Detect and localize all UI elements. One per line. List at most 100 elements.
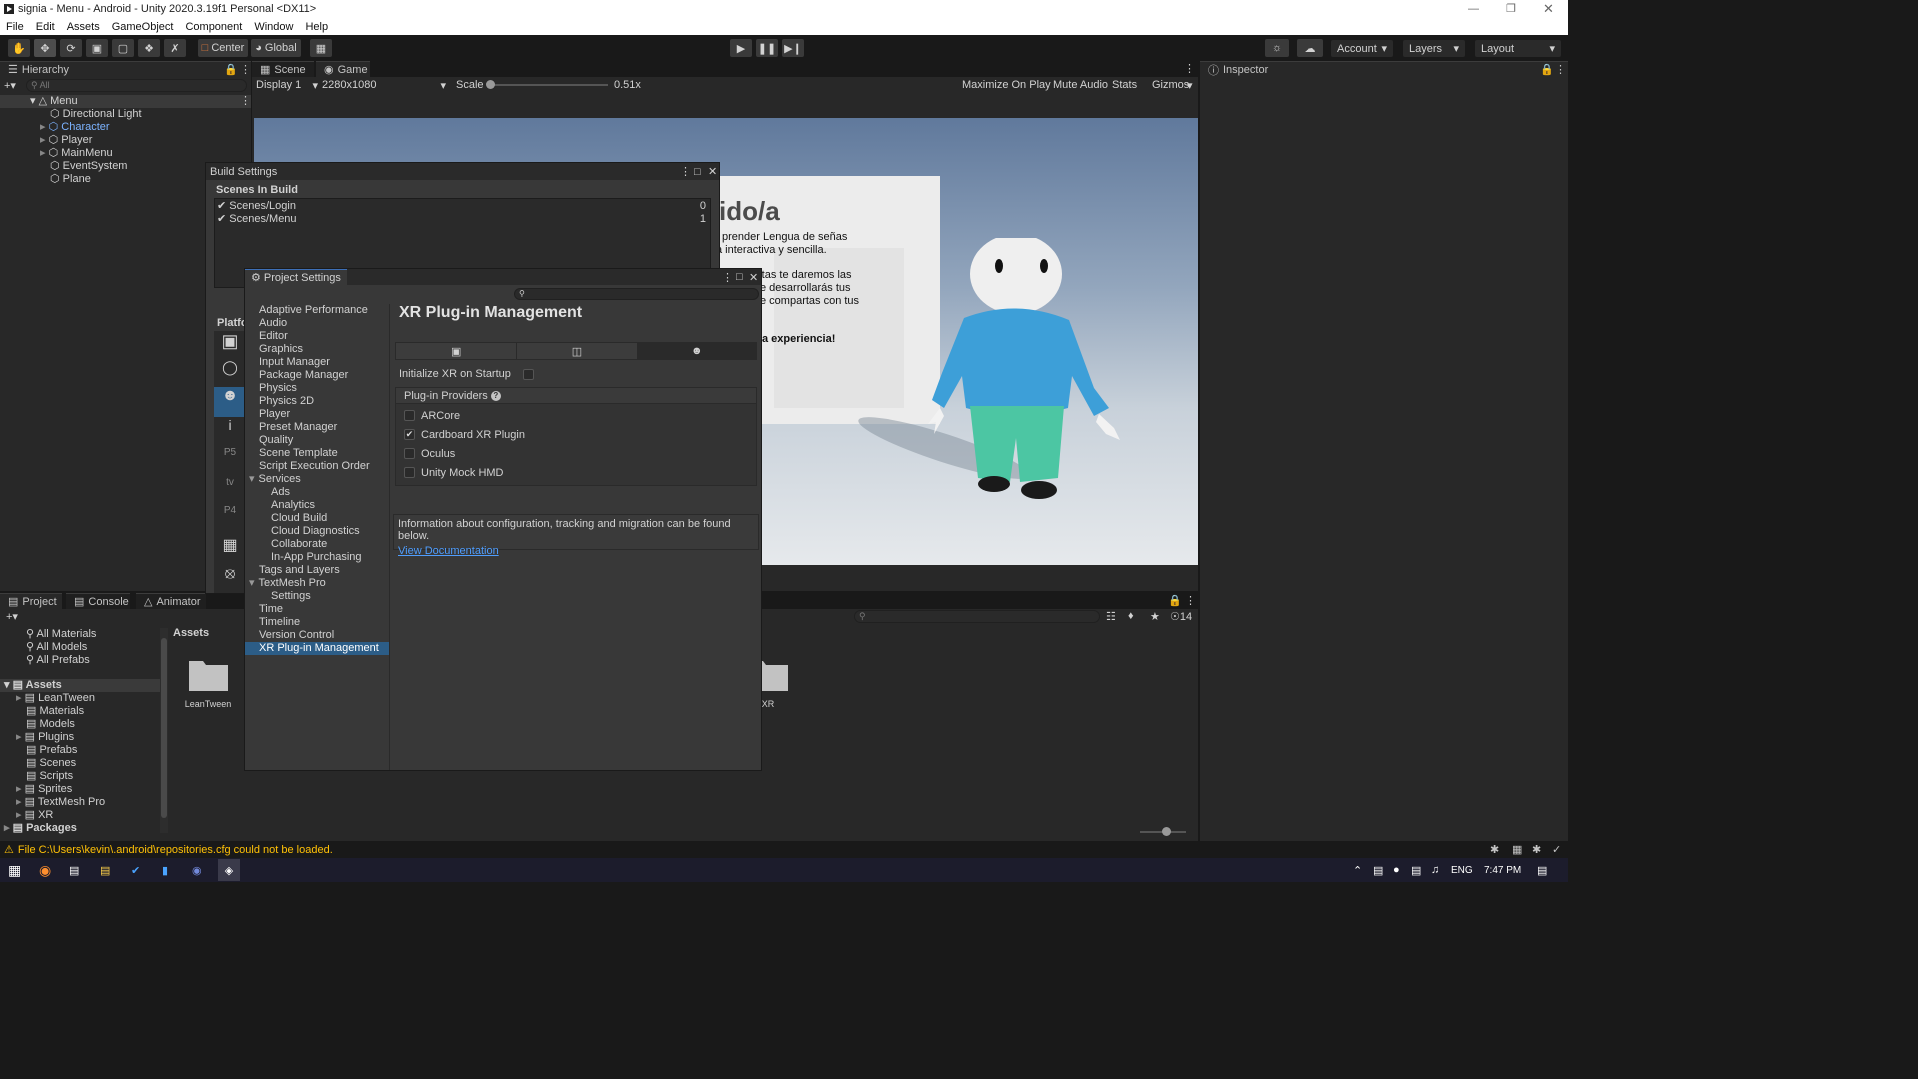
discord-icon[interactable]: ◉ [192, 864, 202, 877]
help-icon[interactable]: ? [490, 390, 501, 401]
microphone-icon[interactable]: ● [1393, 864, 1400, 876]
folder-item[interactable]: ▤ Scripts [0, 770, 160, 783]
favorite-star-icon[interactable]: ★ [1150, 610, 1160, 623]
hand-tool-button[interactable]: ✋ [8, 39, 30, 57]
gizmos-toggle[interactable]: Gizmos [1152, 79, 1189, 91]
favorite-item[interactable]: ⚲ All Materials [0, 628, 160, 641]
account-dropdown[interactable]: Account ▾ [1331, 40, 1393, 57]
hierarchy-search-input[interactable]: ⚲ All [26, 78, 247, 92]
platform-standalone[interactable]: ▣ [214, 331, 246, 359]
menu-gameobject[interactable]: GameObject [112, 21, 174, 33]
hierarchy-item[interactable]: ▸ ⬡ Player [0, 134, 251, 147]
menu-component[interactable]: Component [185, 21, 242, 33]
init-xr-checkbox[interactable] [523, 368, 534, 380]
breadcrumb[interactable]: Assets [173, 627, 209, 639]
platform-xbox[interactable]: ⦻ [214, 565, 246, 593]
platform-tvos[interactable]: tv [214, 477, 246, 505]
settings-category-item[interactable]: Time [245, 603, 389, 616]
folder-item[interactable]: ▸ ▤ TextMesh Pro [0, 796, 160, 809]
settings-category-item[interactable]: Quality [245, 434, 389, 447]
pivot-global-button[interactable]: ◕ Global [251, 39, 301, 57]
kebab-menu-icon[interactable]: ⋮ [240, 63, 251, 76]
stats-toggle[interactable]: Stats [1112, 79, 1137, 91]
tab-project[interactable]: ▤ Project [0, 593, 62, 609]
provider-row[interactable]: Unity Mock HMD [404, 463, 748, 482]
restore-button[interactable]: ❐ [1506, 2, 1520, 15]
caret-down-icon[interactable]: ▾ [1187, 79, 1193, 92]
provider-checkbox[interactable] [404, 448, 415, 459]
rect-tool-button[interactable]: ▢ [112, 39, 134, 57]
close-window-button[interactable]: ✕ [1543, 1, 1557, 17]
folder-item[interactable]: ▸ ▤ XR [0, 809, 160, 822]
menu-file[interactable]: File [6, 21, 24, 33]
play-button[interactable]: ▶ [730, 39, 752, 57]
settings-category-item[interactable]: Audio [245, 317, 389, 330]
bake-icon[interactable]: ▦ [1512, 843, 1522, 856]
settings-category-item[interactable]: Player [245, 408, 389, 421]
hidden-packages-toggle[interactable]: ☉ 14 [1170, 610, 1192, 624]
folder-item[interactable]: ▤ Models [0, 718, 160, 731]
provider-row[interactable]: ARCore [404, 406, 748, 425]
settings-category-item[interactable]: Graphics [245, 343, 389, 356]
move-tool-button[interactable]: ✥ [34, 39, 56, 57]
settings-category-item[interactable]: Preset Manager [245, 421, 389, 434]
kebab-menu-icon[interactable]: ⋮ [1555, 63, 1566, 76]
scale-tool-button[interactable]: ▣ [86, 39, 108, 57]
settings-category-item[interactable]: Analytics [245, 499, 389, 512]
notes-icon[interactable]: ▮ [162, 864, 168, 877]
checkmark-icon[interactable]: ✔ [217, 199, 226, 212]
folder-item[interactable]: ▸ ▤ Plugins [0, 731, 160, 744]
autosave-icon[interactable]: ✱ [1532, 843, 1541, 856]
maximize-on-play-toggle[interactable]: Maximize On Play [962, 79, 1051, 91]
close-icon[interactable]: ✕ [708, 165, 717, 178]
vscode-icon[interactable]: ✔ [131, 864, 140, 877]
lock-icon[interactable]: 🔒 [1540, 63, 1554, 76]
view-documentation-link[interactable]: View Documentation [398, 545, 754, 557]
mute-audio-toggle[interactable]: Mute Audio [1053, 79, 1108, 91]
scrollbar-thumb[interactable] [161, 638, 167, 818]
step-button[interactable]: ▶❙ [782, 39, 804, 57]
layers-dropdown[interactable]: Layers ▾ [1403, 40, 1465, 57]
scene-row[interactable]: ✔ Scenes/Menu 1 [215, 212, 710, 226]
tab-hierarchy[interactable]: ☰ Hierarchy 🔒 ⋮ [0, 61, 251, 77]
network-icon[interactable]: ▤ [1411, 864, 1421, 877]
platform-uwp[interactable]: ▦ [214, 535, 246, 565]
hierarchy-item[interactable]: ⬡ Directional Light [0, 108, 251, 121]
settings-category-item[interactable]: Collaborate [245, 538, 389, 551]
tab-inspector[interactable]: ⓘ Inspector 🔒 ⋮ [1200, 61, 1568, 77]
status-message[interactable]: File C:\Users\kevin\.android\repositorie… [18, 844, 333, 856]
tab-scene[interactable]: ▦ Scene [252, 61, 314, 77]
menu-window[interactable]: Window [254, 21, 293, 33]
hierarchy-item[interactable]: ▸ ⬡ MainMenu [0, 147, 251, 160]
notification-icon[interactable]: ▤ [1537, 864, 1547, 877]
platform-webgl[interactable]: ◯ [214, 359, 246, 387]
settings-category-item[interactable]: ▾ Services [245, 473, 389, 486]
add-object-button[interactable]: +▾ [4, 79, 26, 92]
provider-checkbox[interactable] [404, 410, 415, 421]
favorite-item[interactable]: ⚲ All Models [0, 641, 160, 654]
folder-item[interactable]: ▤ Materials [0, 705, 160, 718]
volume-icon[interactable]: ♫ [1431, 864, 1439, 876]
unity-taskbar-icon[interactable]: ◈ [218, 859, 240, 881]
kebab-menu-icon[interactable]: ⋮ [1185, 594, 1196, 607]
filter-label-icon[interactable]: ♦ [1128, 610, 1134, 622]
foldout-open-icon[interactable]: ▾ [249, 577, 255, 589]
settings-category-item[interactable]: Package Manager [245, 369, 389, 382]
settings-category-item[interactable]: Version Control [245, 629, 389, 642]
provider-row[interactable]: Oculus [404, 444, 748, 463]
settings-category-item[interactable]: XR Plug-in Management [245, 642, 389, 655]
folder-item[interactable]: ▸ ▤ Sprites [0, 783, 160, 796]
rotate-tool-button[interactable]: ⟳ [60, 39, 82, 57]
debug-icon[interactable]: ✱ [1490, 843, 1499, 856]
tree-scrollbar[interactable] [160, 628, 168, 833]
menu-edit[interactable]: Edit [36, 21, 55, 33]
windows-start-icon[interactable]: ▦ [8, 862, 21, 879]
language-indicator[interactable]: ENG [1451, 865, 1473, 876]
settings-category-item[interactable]: Tags and Layers [245, 564, 389, 577]
cloud-button[interactable]: ☁ [1297, 39, 1323, 57]
terminal-icon[interactable]: ▤ [69, 864, 79, 877]
snap-button[interactable]: ▦ [310, 39, 332, 57]
settings-category-item[interactable]: Settings [245, 590, 389, 603]
scene-row[interactable]: ✔ Scenes/Login 0 [215, 199, 710, 213]
tab-standalone[interactable]: ▣ [396, 343, 517, 359]
